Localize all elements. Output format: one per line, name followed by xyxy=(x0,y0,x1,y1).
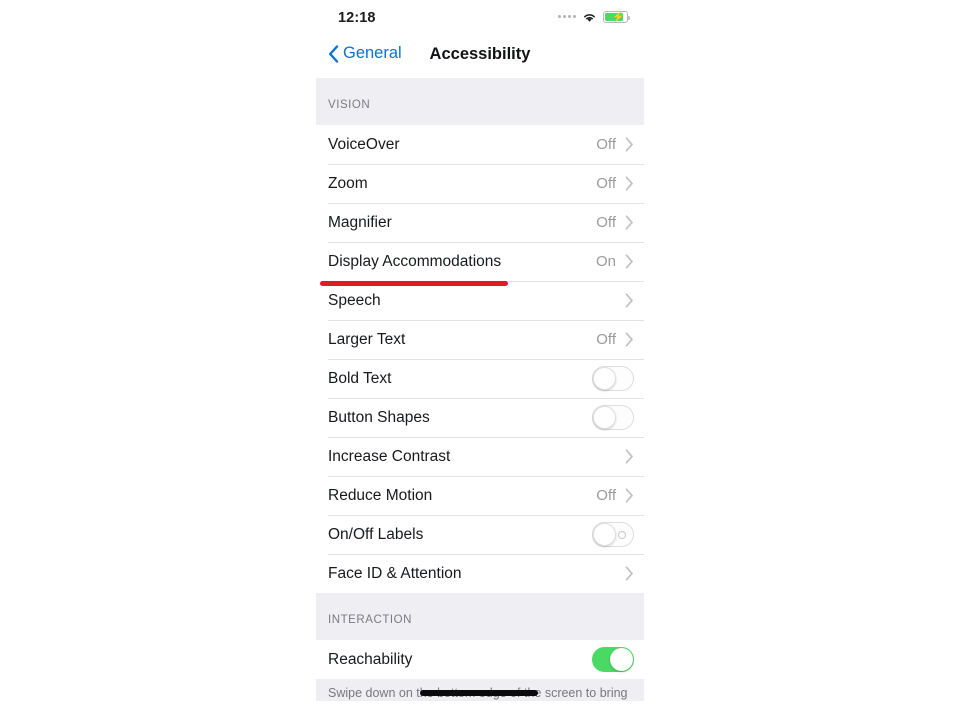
row-label: Larger Text xyxy=(328,330,406,348)
row-face-id-attention[interactable]: Face ID & Attention xyxy=(316,554,644,593)
row-label: Face ID & Attention xyxy=(328,564,462,582)
row-label: Bold Text xyxy=(328,369,392,387)
row-label: Magnifier xyxy=(328,213,392,231)
chevron-right-icon xyxy=(625,293,634,308)
section-rows-interaction: Reachability xyxy=(316,640,644,679)
row-reachability[interactable]: Reachability xyxy=(316,640,644,679)
signal-dots-icon xyxy=(558,15,576,18)
row-label: Increase Contrast xyxy=(328,447,451,465)
row-label: Reachability xyxy=(328,650,413,668)
row-label: Speech xyxy=(328,291,381,309)
row-reduce-motion[interactable]: Reduce Motion Off xyxy=(316,476,644,515)
section-rows-vision: VoiceOver Off Zoom Off Magnifier Off Dis… xyxy=(316,125,644,593)
row-label: Reduce Motion xyxy=(328,486,433,504)
row-label: Button Shapes xyxy=(328,408,430,426)
row-label: On/Off Labels xyxy=(328,525,424,543)
status-time: 12:18 xyxy=(338,10,376,26)
page-title: Accessibility xyxy=(429,45,531,63)
row-increase-contrast[interactable]: Increase Contrast xyxy=(316,437,644,476)
chevron-right-icon xyxy=(625,176,634,191)
chevron-right-icon xyxy=(625,215,634,230)
toggle-reachability[interactable] xyxy=(592,647,634,672)
chevron-right-icon xyxy=(625,137,634,152)
row-display-accommodations[interactable]: Display Accommodations On xyxy=(316,242,644,281)
row-speech[interactable]: Speech xyxy=(316,281,644,320)
row-label: Display Accommodations xyxy=(328,252,502,270)
phone-screen: 12:18 ⚡ General Accessibility VISION Voi… xyxy=(316,0,644,705)
row-voiceover[interactable]: VoiceOver Off xyxy=(316,125,644,164)
row-larger-text[interactable]: Larger Text Off xyxy=(316,320,644,359)
toggle-on-off-labels[interactable] xyxy=(592,522,634,547)
row-value: Off xyxy=(596,487,616,504)
home-indicator xyxy=(420,690,538,696)
row-zoom[interactable]: Zoom Off xyxy=(316,164,644,203)
row-label: Zoom xyxy=(328,174,368,192)
wifi-icon xyxy=(582,12,597,23)
chevron-right-icon xyxy=(625,332,634,347)
navigation-bar: General Accessibility xyxy=(316,38,644,78)
row-bold-text[interactable]: Bold Text xyxy=(316,359,644,398)
row-value: Off xyxy=(596,331,616,348)
row-value: Off xyxy=(596,136,616,153)
toggle-bold-text[interactable] xyxy=(592,366,634,391)
red-underline-annotation xyxy=(320,281,508,286)
off-label-indicator-icon xyxy=(618,530,626,539)
row-value: On xyxy=(595,253,616,270)
row-button-shapes[interactable]: Button Shapes xyxy=(316,398,644,437)
row-value: Off xyxy=(596,214,616,231)
battery-charging-icon: ⚡ xyxy=(603,11,630,23)
chevron-right-icon xyxy=(625,566,634,581)
row-on-off-labels[interactable]: On/Off Labels xyxy=(316,515,644,554)
section-header-vision: VISION xyxy=(316,78,644,125)
toggle-button-shapes[interactable] xyxy=(592,405,634,430)
row-magnifier[interactable]: Magnifier Off xyxy=(316,203,644,242)
chevron-right-icon xyxy=(625,254,634,269)
section-header-interaction: INTERACTION xyxy=(316,593,644,640)
status-icons: ⚡ xyxy=(558,11,630,23)
status-bar: 12:18 ⚡ xyxy=(316,0,644,38)
chevron-right-icon xyxy=(625,449,634,464)
row-label: VoiceOver xyxy=(328,135,400,153)
row-value: Off xyxy=(596,175,616,192)
chevron-right-icon xyxy=(625,488,634,503)
